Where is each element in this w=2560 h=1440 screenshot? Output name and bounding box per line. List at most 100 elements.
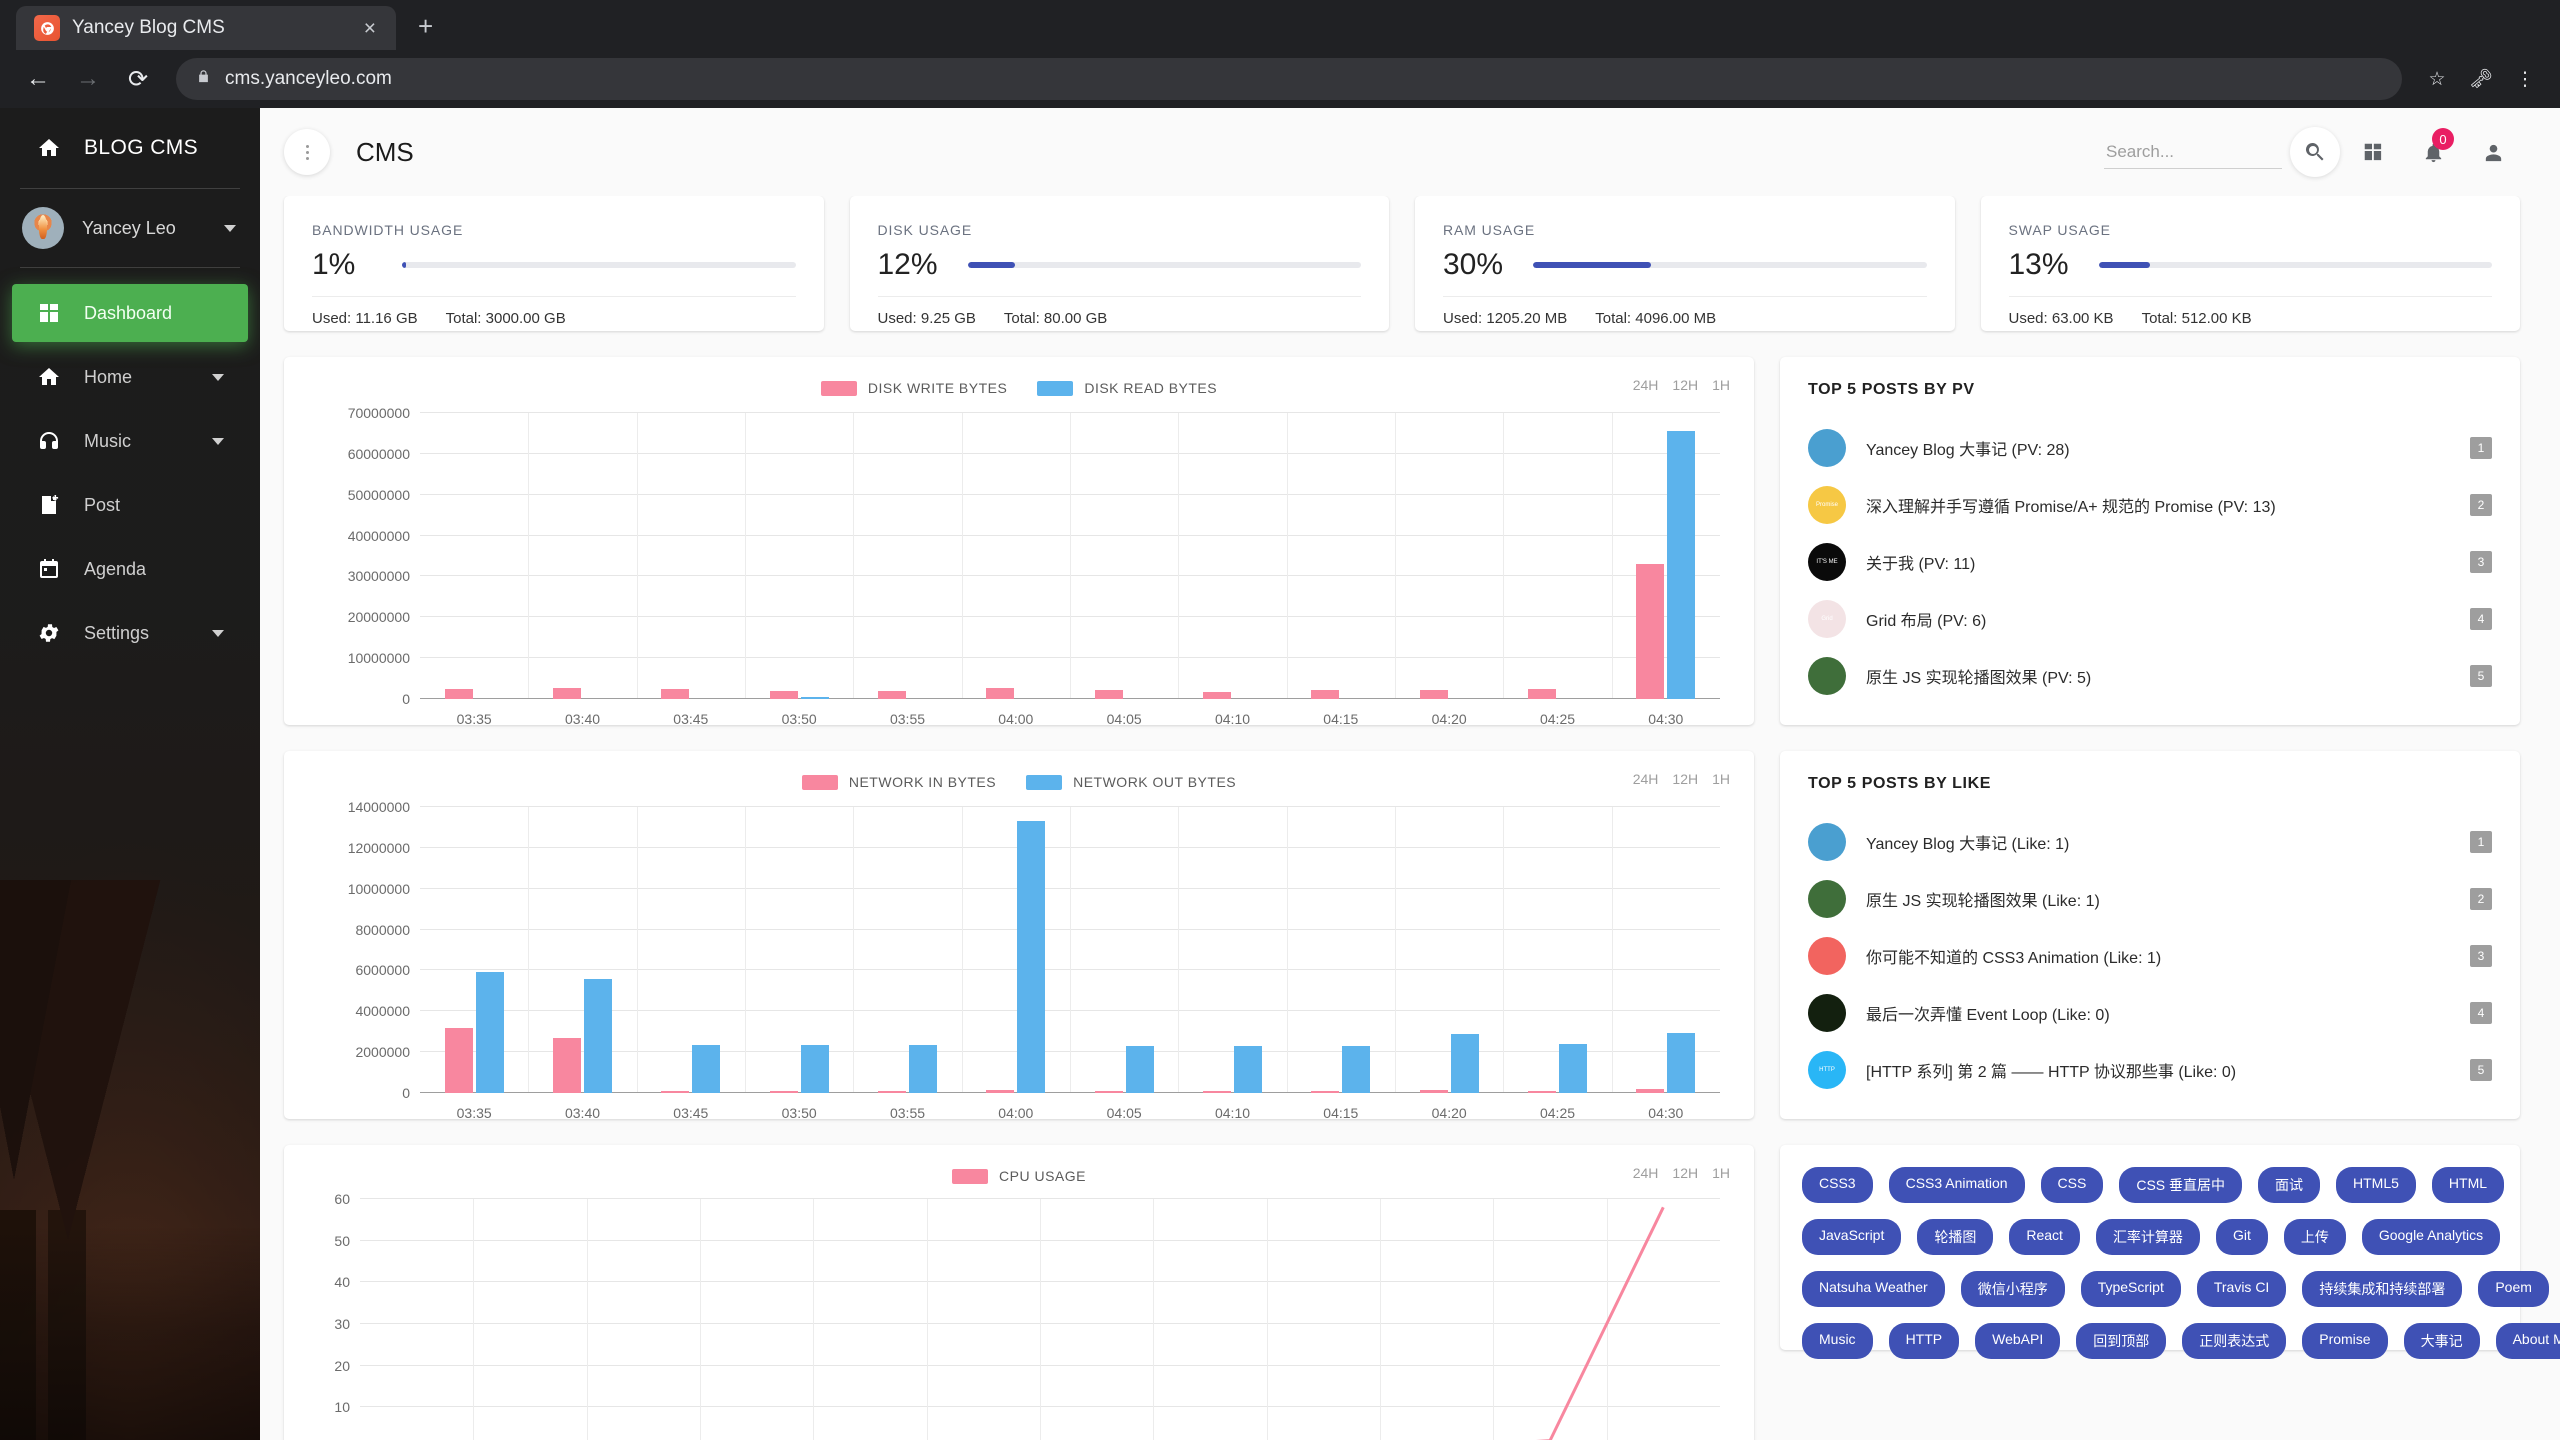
bar[interactable] (1311, 1091, 1339, 1093)
range-12h[interactable]: 12H (1672, 377, 1698, 393)
browser-tab[interactable]: Yancey Blog CMS × (16, 6, 396, 50)
bar[interactable] (1126, 1046, 1154, 1093)
tag-chip[interactable]: Google Analytics (2362, 1219, 2500, 1255)
apps-grid-icon[interactable] (2346, 125, 2400, 179)
list-item[interactable]: Yancey Blog 大事记 (PV: 28)1 (1808, 419, 2492, 476)
tag-chip[interactable]: 大事记 (2404, 1323, 2480, 1359)
bar[interactable] (661, 689, 689, 699)
search-icon[interactable] (2290, 127, 2340, 177)
legend-item[interactable]: NETWORK IN BYTES (802, 774, 996, 790)
bar[interactable] (1234, 1046, 1262, 1093)
list-item[interactable]: Yancey Blog 大事记 (Like: 1)1 (1808, 813, 2492, 870)
tag-chip[interactable]: 持续集成和持续部署 (2302, 1271, 2462, 1307)
bar[interactable] (584, 979, 612, 1093)
forward-icon[interactable]: → (66, 57, 110, 101)
tag-chip[interactable]: HTML (2432, 1167, 2504, 1203)
tag-chip[interactable]: About Me (2496, 1323, 2560, 1359)
legend-item[interactable]: DISK READ BYTES (1037, 380, 1217, 396)
range-12h[interactable]: 12H (1672, 1165, 1698, 1181)
bar[interactable] (770, 1091, 798, 1093)
bar[interactable] (1636, 1089, 1664, 1093)
tag-chip[interactable]: 微信小程序 (1961, 1271, 2065, 1307)
tag-chip[interactable]: CSS3 (1802, 1167, 1873, 1203)
bar[interactable] (1528, 689, 1556, 699)
bar[interactable] (801, 697, 829, 699)
password-key-icon[interactable]: 🗝 (2462, 60, 2500, 98)
sidebar-item-home[interactable]: Home (12, 348, 248, 406)
address-bar[interactable]: cms.yanceyleo.com (176, 58, 2402, 100)
chevron-down-icon[interactable] (212, 630, 224, 637)
bar[interactable] (1636, 564, 1664, 699)
tag-chip[interactable]: Natsuha Weather (1802, 1271, 1945, 1307)
bar[interactable] (801, 1045, 829, 1093)
tag-chip[interactable]: 回到顶部 (2076, 1323, 2166, 1359)
list-item[interactable]: 最后一次弄懂 Event Loop (Like: 0)4 (1808, 984, 2492, 1041)
tag-chip[interactable]: 轮播图 (1917, 1219, 1993, 1255)
search-input[interactable] (2104, 136, 2282, 169)
bookmark-star-icon[interactable]: ☆ (2418, 60, 2456, 98)
range-1h[interactable]: 1H (1712, 1165, 1730, 1181)
tag-chip[interactable]: Travis CI (2197, 1271, 2286, 1307)
chevron-down-icon[interactable] (212, 438, 224, 445)
browser-menu-icon[interactable]: ⋮ (2506, 60, 2544, 98)
chevron-down-icon[interactable] (212, 374, 224, 381)
bar[interactable] (878, 1091, 906, 1093)
close-icon[interactable]: × (360, 18, 380, 39)
reload-icon[interactable]: ⟳ (116, 57, 160, 101)
tag-chip[interactable]: Music (1802, 1323, 1873, 1359)
tag-chip[interactable]: CSS 垂直居中 (2119, 1167, 2242, 1203)
sidebar-item-post[interactable]: Post (12, 476, 248, 534)
range-1h[interactable]: 1H (1712, 771, 1730, 787)
bar[interactable] (1667, 431, 1695, 699)
bar[interactable] (1420, 1090, 1448, 1093)
range-24h[interactable]: 24H (1633, 377, 1659, 393)
list-item[interactable]: 你可能不知道的 CSS3 Animation (Like: 1)3 (1808, 927, 2492, 984)
bar[interactable] (476, 972, 504, 1093)
list-item[interactable]: HTTP[HTTP 系列] 第 2 篇 —— HTTP 协议那些事 (Like:… (1808, 1041, 2492, 1098)
tag-chip[interactable]: 上传 (2284, 1219, 2346, 1255)
bar[interactable] (1451, 1034, 1479, 1093)
list-item[interactable]: GridGrid 布局 (PV: 6)4 (1808, 590, 2492, 647)
tag-chip[interactable]: HTML5 (2336, 1167, 2416, 1203)
legend-item[interactable]: DISK WRITE BYTES (821, 380, 1007, 396)
bar[interactable] (1528, 1091, 1556, 1093)
bar[interactable] (1095, 1091, 1123, 1093)
list-item[interactable]: 原生 JS 实现轮播图效果 (PV: 5)5 (1808, 647, 2492, 704)
sidebar-item-agenda[interactable]: Agenda (12, 540, 248, 598)
bar[interactable] (445, 689, 473, 699)
range-24h[interactable]: 24H (1633, 771, 1659, 787)
new-tab-button[interactable]: + (418, 11, 433, 42)
range-1h[interactable]: 1H (1712, 377, 1730, 393)
bar[interactable] (1095, 690, 1123, 699)
bar[interactable] (986, 688, 1014, 699)
bar[interactable] (553, 1038, 581, 1093)
tag-chip[interactable]: CSS (2041, 1167, 2104, 1203)
bar[interactable] (1420, 690, 1448, 699)
bar[interactable] (986, 1090, 1014, 1093)
tag-chip[interactable]: Poem (2478, 1271, 2549, 1307)
bar[interactable] (770, 691, 798, 699)
bar[interactable] (1203, 692, 1231, 699)
sidebar-brand[interactable]: BLOG CMS (0, 108, 260, 188)
tag-chip[interactable]: 面试 (2258, 1167, 2320, 1203)
bar[interactable] (445, 1028, 473, 1093)
tag-chip[interactable]: HTTP (1889, 1323, 1960, 1359)
sidebar-item-music[interactable]: Music (12, 412, 248, 470)
tag-chip[interactable]: CSS3 Animation (1889, 1167, 2025, 1203)
bar[interactable] (1667, 1033, 1695, 1093)
bar[interactable] (1017, 821, 1045, 1093)
list-item[interactable]: Promise深入理解并手写遵循 Promise/A+ 规范的 Promise … (1808, 476, 2492, 533)
chevron-down-icon[interactable] (224, 225, 236, 232)
bar[interactable] (1559, 1044, 1587, 1093)
tag-chip[interactable]: WebAPI (1975, 1323, 2060, 1359)
list-item[interactable]: 原生 JS 实现轮播图效果 (Like: 1)2 (1808, 870, 2492, 927)
more-options-icon[interactable] (284, 129, 330, 175)
bar[interactable] (878, 691, 906, 699)
tag-chip[interactable]: Promise (2302, 1323, 2387, 1359)
bar[interactable] (1342, 1046, 1370, 1093)
tag-chip[interactable]: TypeScript (2081, 1271, 2181, 1307)
account-avatar-icon[interactable] (2466, 125, 2520, 179)
sidebar-item-settings[interactable]: Settings (12, 604, 248, 662)
tag-chip[interactable]: 汇率计算器 (2096, 1219, 2200, 1255)
legend-item[interactable]: NETWORK OUT BYTES (1026, 774, 1236, 790)
